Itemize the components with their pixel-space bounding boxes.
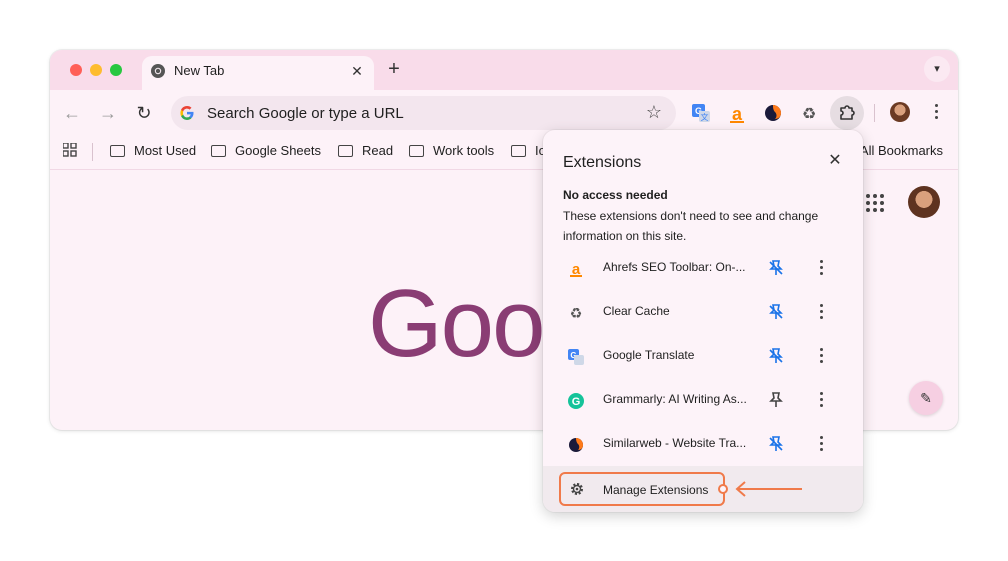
extension-name: Clear Cache (603, 304, 670, 318)
pin-filled-icon[interactable] (767, 259, 785, 277)
ahrefs-toolbar-icon[interactable]: a (726, 102, 748, 124)
toolbar-divider (874, 104, 875, 122)
folder-icon (110, 145, 125, 157)
back-button[interactable]: ← (61, 102, 83, 124)
close-window-button[interactable] (70, 64, 82, 76)
bookmark-folder-most-used[interactable]: Most Used (110, 143, 196, 163)
bookmarks-divider (92, 143, 93, 161)
search-input[interactable]: Search Google or type a URL (207, 105, 404, 122)
manage-extensions-area: Manage Extensions (543, 466, 863, 512)
maximize-window-button[interactable] (110, 64, 122, 76)
more-options-icon[interactable] (819, 436, 823, 452)
reload-button[interactable]: ↻ (133, 102, 155, 124)
browser-menu-icon[interactable] (934, 104, 938, 120)
pin-filled-icon[interactable] (767, 435, 785, 453)
extension-row[interactable]: ♻ Clear Cache (543, 290, 863, 334)
account-avatar[interactable] (908, 186, 940, 218)
folder-icon (211, 145, 226, 157)
bookmark-folder-work-tools[interactable]: Work tools (409, 143, 494, 163)
similarweb-toolbar-icon[interactable] (762, 102, 784, 124)
more-options-icon[interactable] (819, 304, 823, 320)
google-g-icon (180, 106, 194, 120)
bookmark-folder-read[interactable]: Read (338, 143, 393, 163)
tab-title: New Tab (174, 63, 225, 78)
grammarly-icon: G (568, 393, 584, 409)
section-heading: No access needed (563, 188, 668, 202)
forward-button[interactable]: → (97, 102, 119, 124)
extension-row[interactable]: a Ahrefs SEO Toolbar: On-... (543, 246, 863, 290)
extension-row[interactable]: Similarweb - Website Tra... (543, 422, 863, 466)
gear-icon (571, 483, 583, 495)
profile-avatar[interactable] (890, 102, 910, 122)
bookmark-star-icon[interactable]: ☆ (646, 102, 662, 123)
address-bar[interactable]: Search Google or type a URL ☆ (171, 96, 676, 130)
svg-text:G: G (572, 396, 581, 408)
tab-search-button[interactable]: ▾ (924, 56, 950, 82)
puzzle-icon (840, 105, 855, 120)
google-apps-icon[interactable] (866, 194, 886, 214)
extension-name: Ahrefs SEO Toolbar: On-... (603, 260, 746, 274)
tab-close-icon[interactable]: ✕ (348, 62, 366, 80)
manage-extensions-button[interactable]: Manage Extensions (559, 472, 725, 506)
similarweb-icon (569, 438, 583, 452)
svg-text:文: 文 (701, 112, 709, 122)
popup-close-icon[interactable]: ✕ (825, 151, 845, 171)
chrome-icon (151, 64, 165, 78)
extensions-popup: Extensions ✕ No access needed These exte… (543, 130, 863, 512)
more-options-icon[interactable] (819, 348, 823, 364)
bookmark-folder-google-sheets[interactable]: Google Sheets (211, 143, 321, 163)
pin-outline-icon[interactable] (767, 391, 785, 409)
apps-grid-icon[interactable] (63, 143, 77, 157)
popup-title: Extensions (563, 154, 642, 171)
customize-pencil-icon[interactable]: ✎ (909, 381, 943, 415)
all-bookmarks-button[interactable]: All Bookmarks (860, 143, 943, 158)
section-description: These extensions don't need to see and c… (563, 209, 819, 243)
folder-icon (338, 145, 353, 157)
recycle-icon: ♻ (570, 306, 583, 322)
folder-icon (409, 145, 424, 157)
annotation-arrow (718, 481, 802, 497)
recycle-toolbar-icon[interactable]: ♻ (798, 102, 820, 124)
bookmark-folder-io[interactable]: Io (511, 143, 543, 163)
more-options-icon[interactable] (819, 392, 823, 408)
ahrefs-icon: a (570, 261, 582, 278)
svg-text:♻: ♻ (802, 104, 816, 123)
new-tab-button[interactable]: + (384, 59, 404, 79)
pin-filled-icon[interactable] (767, 347, 785, 365)
folder-icon (511, 145, 526, 157)
manage-extensions-label: Manage Extensions (603, 483, 709, 497)
minimize-window-button[interactable] (90, 64, 102, 76)
extensions-button[interactable] (830, 96, 864, 130)
svg-text:♻: ♻ (570, 306, 583, 322)
extension-name: Grammarly: AI Writing As... (603, 392, 747, 406)
extension-row[interactable]: G Grammarly: AI Writing As... (543, 378, 863, 422)
pin-filled-icon[interactable] (767, 303, 785, 321)
extension-name: Google Translate (603, 348, 695, 362)
google-translate-toolbar-icon[interactable]: G 文 (690, 102, 712, 124)
extension-row[interactable]: G Google Translate (543, 334, 863, 378)
more-options-icon[interactable] (819, 260, 823, 276)
extension-name: Similarweb - Website Tra... (603, 436, 747, 450)
google-translate-icon: G (568, 349, 584, 365)
tab-strip: New Tab ✕ + ▾ (50, 50, 958, 90)
tab-new-tab[interactable]: New Tab ✕ (142, 56, 374, 90)
